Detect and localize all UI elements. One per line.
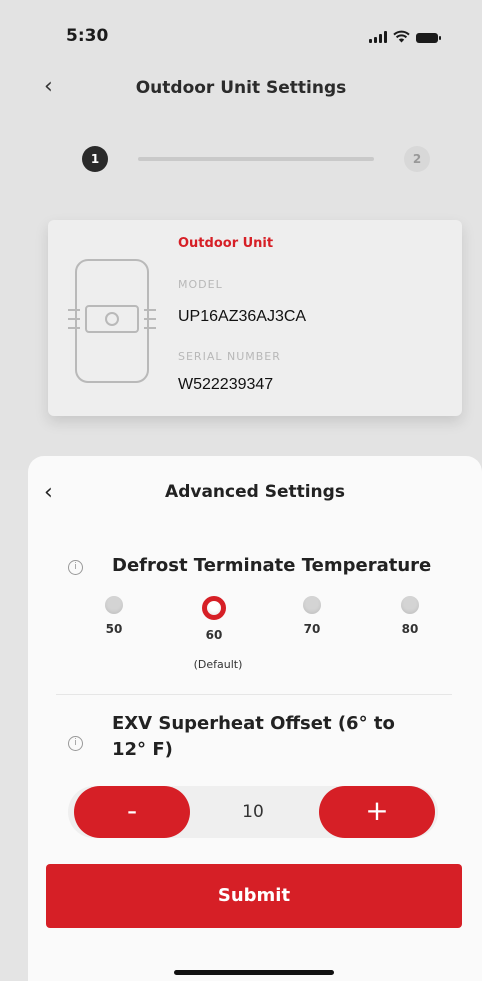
temp-option-label: 60 [205, 628, 223, 642]
divider [56, 694, 452, 695]
step-1: 1 [82, 146, 108, 172]
radio-50[interactable] [105, 596, 123, 614]
unit-type-label: Outdoor Unit [178, 236, 274, 251]
sheet-title: Advanced Settings [165, 482, 345, 502]
outdoor-unit-icon [68, 259, 156, 383]
temp-option-label: 70 [303, 622, 321, 636]
temp-option-60[interactable]: 60 [194, 596, 234, 642]
status-bar: 5:30 [0, 0, 482, 70]
exv-title: EXV Superheat Offset (6° to 12° F) [112, 711, 412, 763]
temp-option-50[interactable]: 50 [94, 596, 134, 636]
step-2: 2 [404, 146, 430, 172]
temp-option-80[interactable]: 80 [390, 596, 430, 636]
submit-button[interactable]: Submit [46, 864, 462, 928]
info-icon[interactable]: i [68, 736, 83, 751]
temp-option-label: 80 [401, 622, 419, 636]
info-icon[interactable]: i [68, 560, 83, 575]
radio-80[interactable] [401, 596, 419, 614]
step-connector [138, 157, 374, 161]
exv-title-line2: 12° F) [112, 739, 173, 760]
model-value: UP16AZ36AJ3CA [178, 308, 307, 325]
status-icons [369, 30, 441, 43]
superheat-stepper: - 10 + [68, 786, 438, 838]
exv-title-line1: EXV Superheat Offset (6° to [112, 713, 395, 734]
serial-value: W522239347 [178, 376, 274, 393]
default-note: (Default) [193, 658, 243, 671]
battery-icon [416, 33, 441, 43]
model-label: MODEL [178, 278, 223, 291]
radio-70[interactable] [303, 596, 321, 614]
screen: 5:30 ‹ Outdoor Unit Settings 1 2 Outdoor… [0, 0, 482, 981]
decrement-button[interactable]: - [74, 786, 190, 838]
temp-option-label: 50 [105, 622, 123, 636]
radio-60-selected[interactable] [202, 596, 226, 620]
temp-option-70[interactable]: 70 [292, 596, 332, 636]
superheat-value: 10 [242, 802, 264, 822]
home-indicator[interactable] [174, 970, 334, 975]
signal-icon [369, 31, 387, 43]
serial-label: SERIAL NUMBER [178, 350, 281, 363]
defrost-title: Defrost Terminate Temperature [112, 555, 432, 576]
wifi-icon [393, 30, 410, 43]
increment-button[interactable]: + [319, 786, 435, 838]
background-settings-page: 5:30 ‹ Outdoor Unit Settings 1 2 Outdoor… [0, 0, 482, 470]
outdoor-unit-card: Outdoor Unit MODEL UP16AZ36AJ3CA SERIAL … [48, 220, 462, 416]
status-time: 5:30 [66, 26, 109, 46]
progress-stepper: 1 2 [74, 140, 440, 176]
page-title: Outdoor Unit Settings [135, 78, 347, 98]
